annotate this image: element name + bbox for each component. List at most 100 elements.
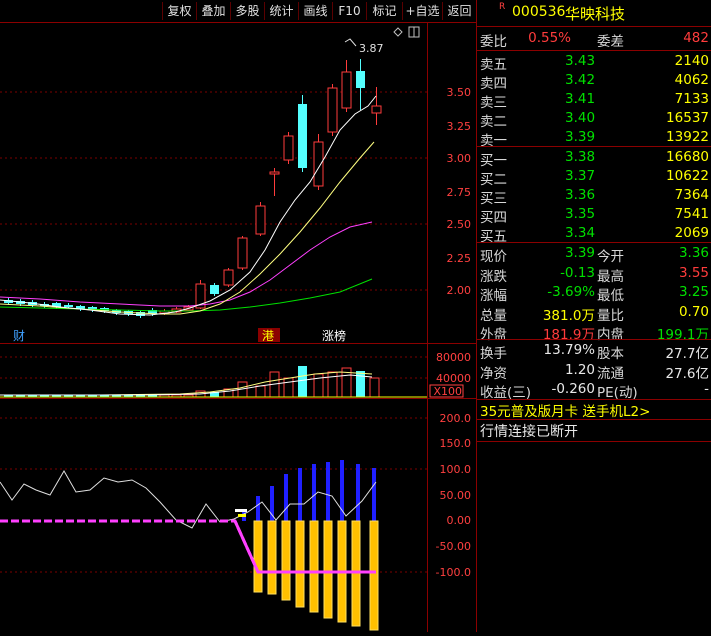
fund-value: -0.260 — [551, 381, 595, 397]
hk-marker[interactable]: 港 — [262, 329, 274, 343]
volume-bar — [327, 371, 338, 398]
quote-panel: R 000536 华映科技 委比 0.55% 委差 482 卖五 3.43 2140… — [476, 0, 711, 632]
indicator-signal-mark — [235, 509, 247, 512]
stock-code[interactable]: 000536 — [512, 4, 565, 20]
fund-value: 1.20 — [564, 361, 595, 378]
candle — [64, 305, 73, 307]
multi-stock-button[interactable]: 多股 — [230, 2, 264, 20]
bid-row[interactable]: 买一 3.38 16680 — [477, 147, 711, 169]
ask-price: 3.40 — [565, 110, 596, 126]
adjust-button[interactable]: 复权 — [162, 2, 196, 20]
overlay-button[interactable]: 叠加 — [196, 2, 230, 20]
ask-row[interactable]: 卖三 3.41 7133 — [477, 89, 711, 111]
indicator-up-bar — [256, 496, 260, 521]
candle — [327, 87, 338, 133]
fund-label: 收益(三) — [480, 385, 532, 401]
price-label: 2.75 — [447, 186, 472, 199]
promo-link[interactable]: 35元普及版月卡 送手机L2> — [480, 400, 650, 420]
high-price-label: 3.87 — [359, 42, 384, 55]
ask-row[interactable]: 卖五 3.43 2140 — [477, 51, 711, 73]
price-label: 2.00 — [447, 284, 472, 297]
price-axis: 3.50 3.25 3.00 2.75 2.50 2.25 2.00 — [447, 86, 472, 297]
stat-value: 3.36 — [678, 245, 709, 261]
chart-toolbar: 复权 叠加 多股 统计 画线 F10 标记 +自选 返回 — [0, 0, 476, 22]
bid-row[interactable]: 买四 3.35 7541 — [477, 204, 711, 226]
indicator-label: 50.00 — [440, 489, 472, 502]
candle — [341, 71, 352, 109]
bid-price: 3.35 — [565, 206, 596, 222]
weicha-label: 委差 — [597, 34, 624, 50]
fundamentals-row: 收益(三) -0.260 PE(动) - — [477, 379, 711, 401]
bid-row[interactable]: 买三 3.36 7364 — [477, 185, 711, 207]
stats-row: 现价 3.39 今开 3.36 — [477, 243, 711, 265]
bid-volume: 7541 — [674, 206, 709, 222]
indicator-signal-mark — [238, 514, 246, 517]
bid-row[interactable]: 买五 3.34 2069 — [477, 223, 711, 245]
stock-name[interactable]: 华映科技 — [565, 3, 625, 24]
mark-button[interactable]: 标记 — [366, 2, 402, 20]
weibi-label: 委比 — [480, 34, 507, 50]
kline-chart[interactable]: 3.50 3.25 3.00 2.75 2.50 2.25 2.00 80000… — [0, 22, 476, 632]
indicator-white-line — [0, 470, 377, 529]
indicator-bars — [242, 460, 379, 631]
ma5-line — [0, 95, 377, 316]
price-label: 2.50 — [447, 218, 472, 231]
indicator-label: -50.00 — [436, 540, 471, 553]
indicator-up-bar — [298, 468, 302, 521]
candlestick-series — [4, 59, 382, 318]
candle — [223, 269, 234, 286]
bid-volume: 16680 — [666, 149, 709, 165]
indicator-up-bar — [356, 464, 360, 521]
ask-row[interactable]: 卖二 3.40 16537 — [477, 108, 711, 130]
weibi-value: 0.55% — [528, 30, 571, 46]
ask-price: 3.41 — [565, 91, 596, 107]
bid-price: 3.34 — [565, 225, 596, 241]
ask-volume: 2140 — [674, 53, 709, 69]
ask-row[interactable]: 卖一 3.39 13922 — [477, 127, 711, 149]
weicha-value: 482 — [683, 30, 709, 46]
indicator-label: 200.0 — [440, 412, 472, 425]
add-favorite-button[interactable]: +自选 — [402, 2, 442, 20]
indicator-up-bar — [312, 464, 316, 521]
indicator-label: 0.00 — [447, 514, 472, 527]
indicator-magenta-line — [0, 519, 376, 574]
ma20-line — [0, 221, 373, 307]
chart-area[interactable]: 3.50 3.25 3.00 2.75 2.50 2.25 2.00 80000… — [0, 22, 476, 632]
financial-marker[interactable]: 财 — [13, 329, 25, 343]
candle — [237, 237, 248, 269]
statistics-button[interactable]: 统计 — [264, 2, 298, 20]
candle — [356, 71, 365, 88]
volume-axis: 80000 40000 X100 — [433, 351, 471, 398]
candle — [371, 105, 382, 114]
fund-label: PE(动) — [597, 385, 638, 401]
indicator-down-bar — [253, 520, 263, 593]
volume-bar — [356, 371, 365, 397]
fund-value: - — [704, 381, 709, 397]
diamond-icon[interactable] — [393, 27, 403, 37]
indicator-grid — [0, 417, 427, 573]
stat-value: 0.70 — [678, 303, 709, 320]
ask-volume: 16537 — [666, 110, 709, 126]
ask-volume: 13922 — [666, 129, 709, 145]
indicator-down-bar — [369, 520, 379, 631]
separator — [477, 441, 711, 442]
price-label: 3.50 — [447, 86, 472, 99]
indicator-label: -100.0 — [436, 566, 471, 579]
volume-bar — [283, 377, 294, 398]
stat-value: -3.69% — [547, 284, 595, 300]
stat-value: 3.55 — [678, 264, 709, 281]
ask-price: 3.42 — [565, 72, 596, 88]
fundamentals-row: 换手 13.79% 股本 27.7亿 — [477, 340, 711, 362]
f10-button[interactable]: F10 — [332, 2, 366, 20]
gainers-marker[interactable]: 涨榜 — [322, 328, 346, 343]
stat-value: 3.25 — [678, 284, 709, 300]
draw-line-button[interactable]: 画线 — [298, 2, 332, 20]
back-button[interactable]: 返回 — [442, 2, 476, 20]
bid-price: 3.38 — [565, 149, 596, 165]
indicator-down-bar — [295, 520, 305, 608]
bid-volume: 7364 — [674, 187, 709, 203]
bid-row[interactable]: 买二 3.37 10622 — [477, 166, 711, 188]
stats-row: 总量 381.0万 量比 0.70 — [477, 302, 711, 324]
high-marker — [344, 38, 357, 47]
ask-row[interactable]: 卖四 3.42 4062 — [477, 70, 711, 92]
